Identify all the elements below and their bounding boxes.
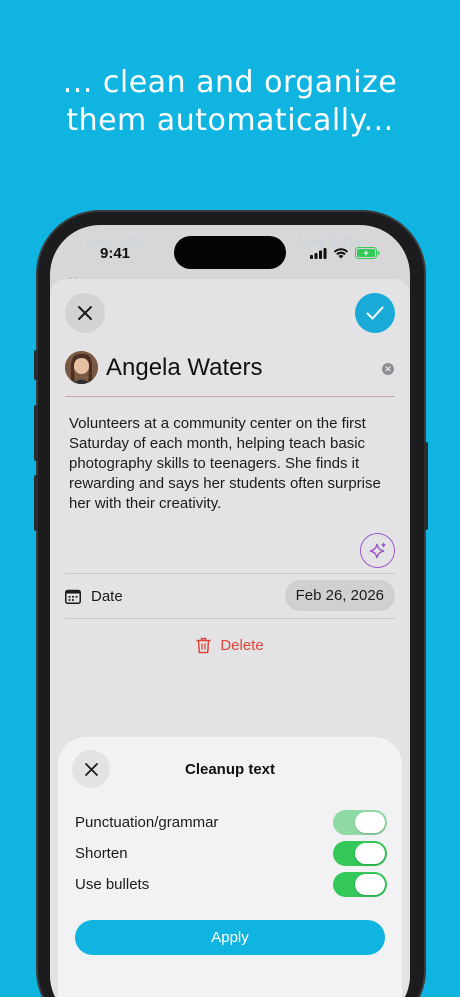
name-field-underline bbox=[65, 396, 395, 397]
divider-bottom bbox=[65, 618, 395, 619]
signal-icon bbox=[310, 247, 327, 259]
note-body-text[interactable]: Volunteers at a community center on the … bbox=[69, 414, 394, 514]
save-note-button[interactable] bbox=[355, 293, 395, 333]
ai-cleanup-button[interactable] bbox=[360, 533, 395, 568]
sparkles-icon bbox=[369, 541, 386, 558]
headline-line-1: ... clean and organize bbox=[62, 65, 398, 100]
person-name-row: Angela Waters bbox=[65, 351, 263, 384]
date-picker-button[interactable]: Feb 26, 2026 bbox=[284, 580, 395, 611]
person-name-field[interactable]: Angela Waters bbox=[106, 354, 263, 382]
phone-silent-switch bbox=[34, 350, 38, 380]
phone-volume-up bbox=[34, 405, 38, 461]
calendar-icon bbox=[65, 589, 81, 604]
option-label: Use bullets bbox=[75, 875, 150, 893]
close-editor-button[interactable] bbox=[65, 293, 105, 333]
date-label: Date bbox=[91, 587, 123, 605]
divider-top bbox=[65, 573, 395, 574]
cleanup-sheet-title: Cleanup text bbox=[184, 761, 275, 778]
use-bullets-toggle[interactable] bbox=[333, 871, 387, 897]
avatar bbox=[65, 351, 98, 384]
checkmark-icon bbox=[366, 306, 384, 320]
trash-icon bbox=[196, 637, 212, 654]
dynamic-island bbox=[174, 236, 286, 269]
phone-volume-down bbox=[34, 475, 38, 531]
delete-label: Delete bbox=[220, 637, 264, 654]
phone-screen: New Note New Sticky Notes 9:41 bbox=[50, 225, 410, 997]
headline-line-2: them automatically... bbox=[66, 103, 394, 138]
shorten-toggle[interactable] bbox=[333, 840, 387, 866]
status-bar: New Note New Sticky Notes 9:41 bbox=[50, 225, 410, 289]
clear-name-icon[interactable]: ✕ bbox=[382, 363, 394, 375]
delete-button[interactable]: Delete bbox=[50, 637, 410, 654]
status-icons bbox=[310, 247, 380, 259]
cleanup-text-sheet: Cleanup text Punctuation/grammar Shorten… bbox=[58, 737, 402, 997]
apply-button[interactable]: Apply bbox=[75, 920, 385, 955]
option-label: Shorten bbox=[75, 844, 128, 862]
wifi-icon bbox=[333, 247, 349, 258]
battery-charging-icon bbox=[355, 247, 380, 259]
option-use-bullets: Use bullets bbox=[75, 871, 387, 897]
close-icon bbox=[78, 306, 92, 320]
option-punctuation-grammar: Punctuation/grammar bbox=[75, 809, 387, 835]
punctuation-grammar-toggle[interactable] bbox=[333, 809, 387, 835]
option-label: Punctuation/grammar bbox=[75, 813, 219, 831]
headline: ... clean and organize them automaticall… bbox=[0, 64, 460, 140]
option-shorten: Shorten bbox=[75, 840, 387, 866]
date-row: Date Feb 26, 2026 bbox=[65, 580, 395, 612]
phone-power-button bbox=[424, 442, 428, 530]
status-time: 9:41 bbox=[100, 245, 131, 262]
